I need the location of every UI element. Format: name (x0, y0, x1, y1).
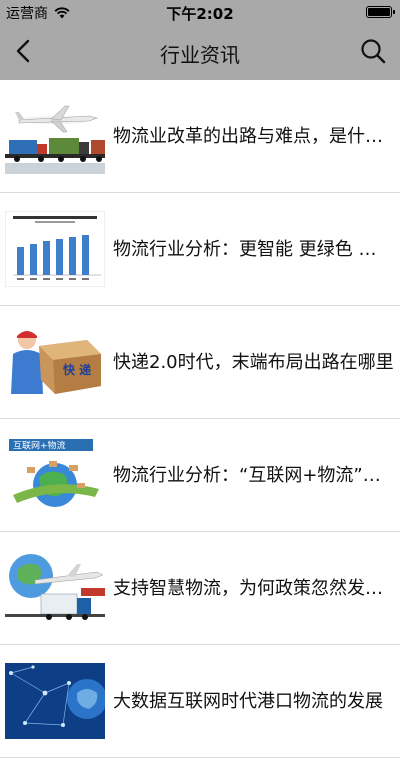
search-icon (361, 39, 386, 64)
news-item[interactable]: 物流行业分析：更智能 更绿色 更高效 (0, 193, 400, 306)
news-title: 大数据互联网时代港口物流的发展 (113, 691, 383, 712)
news-thumbnail (5, 98, 105, 174)
status-bar: 运营商 下午2:02 (0, 0, 400, 24)
search-button[interactable] (358, 36, 388, 66)
globe-plane-truck-icon (5, 550, 105, 626)
courier-box-icon: 快 递 (5, 324, 105, 400)
network-globe-icon (5, 663, 105, 739)
news-thumbnail: 互联网+物流 (5, 437, 105, 513)
news-thumbnail (5, 211, 105, 287)
news-title: 物流业改革的出路与难点，是什么？ (113, 126, 394, 147)
news-title: 物流行业分析：“互联网+物流”模式 (113, 465, 394, 486)
news-list: 物流业改革的出路与难点，是什么？ 物流行业分析：更智能 更绿色 更高效 快 递 … (0, 80, 400, 758)
battery-icon (366, 6, 395, 18)
page-title: 行业资讯 (160, 43, 240, 67)
thumbnail-text: 快 递 (63, 362, 91, 377)
news-item[interactable]: 支持智慧物流，为何政策忽然发力？ (0, 532, 400, 645)
nav-bar: 行业资讯 (0, 24, 400, 80)
news-item[interactable]: 互联网+物流 物流行业分析：“互联网+物流”模式 (0, 419, 400, 532)
news-item[interactable]: 快 递 快递2.0时代，末端布局出路在哪里 (0, 306, 400, 419)
airplane-trucks-icon (5, 98, 105, 174)
news-title: 支持智慧物流，为何政策忽然发力？ (113, 578, 394, 599)
news-item[interactable]: 大数据互联网时代港口物流的发展 (0, 645, 400, 758)
news-thumbnail (5, 663, 105, 739)
news-title: 物流行业分析：更智能 更绿色 更高效 (113, 239, 394, 260)
news-thumbnail: 快 递 (5, 324, 105, 400)
internet-logistics-globe-icon: 互联网+物流 (5, 437, 105, 513)
news-title: 快递2.0时代，末端布局出路在哪里 (113, 352, 394, 373)
news-thumbnail (5, 550, 105, 626)
bar-chart-icon (5, 211, 105, 287)
thumbnail-text: 互联网+物流 (13, 440, 66, 452)
news-item[interactable]: 物流业改革的出路与难点，是什么？ (0, 80, 400, 193)
status-time: 下午2:02 (166, 5, 234, 23)
